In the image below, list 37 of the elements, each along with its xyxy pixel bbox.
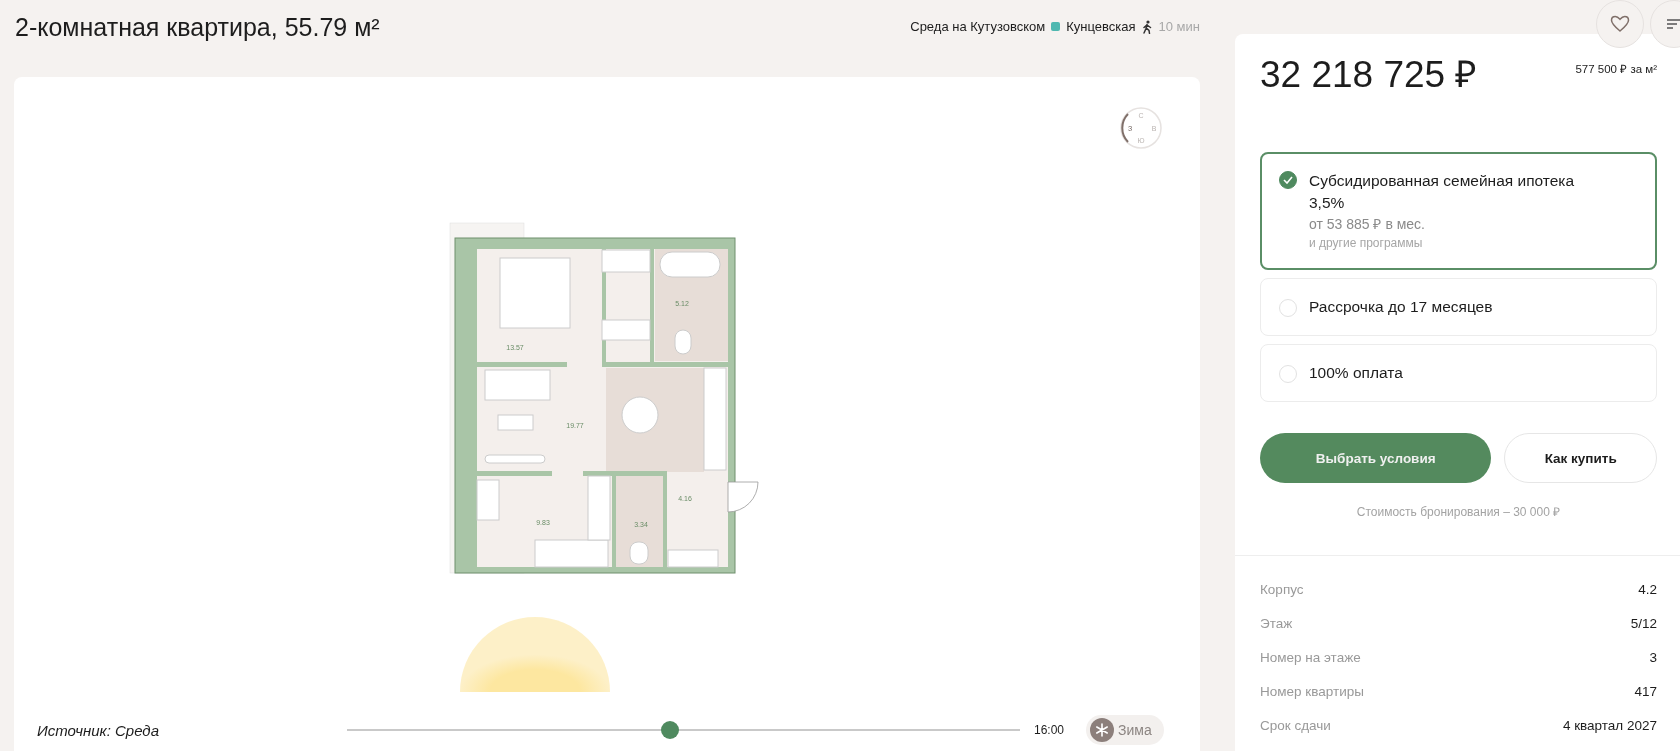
complex-name: Среда на Кутузовском — [910, 19, 1046, 34]
sort-lines-icon — [1666, 18, 1680, 30]
detail-value: 4 квартал 2027 — [1562, 717, 1657, 735]
monthly-payment: от 53 885 ₽ в мес. — [1309, 215, 1426, 234]
metro-station: Кунцевская — [1066, 19, 1136, 34]
payment-option[interactable]: Субсидированная семейная ипотека 3,5% от 53 885 ₽ в мес. и другие программы — [1260, 152, 1657, 270]
option-title: Рассрочка до 17 месяцев — [1309, 297, 1494, 317]
detail-value: 5/12 — [1630, 615, 1657, 633]
detail-label: Номер квартиры — [1260, 683, 1364, 701]
other-programs-note: и другие программы — [1309, 235, 1424, 252]
time-reading: 16:00 — [1034, 723, 1066, 737]
detail-label: Срок сдачи — [1260, 717, 1331, 735]
select-terms-button[interactable]: Выбрать условия — [1260, 433, 1492, 483]
slider-thumb[interactable] — [661, 721, 680, 739]
page-title: 2-комнатная квартира, 55.79 м² — [15, 13, 380, 42]
price-per-square-meter: 577 500 ₽ за м² — [1575, 62, 1657, 76]
detail-value: 4.2 — [1638, 581, 1657, 599]
heart-icon — [1610, 15, 1630, 33]
compass-icon — [1120, 107, 1162, 149]
how-to-buy-button[interactable]: Как купить — [1504, 433, 1657, 483]
walking-person-icon — [1141, 19, 1153, 34]
detail-value: 417 — [1634, 683, 1657, 701]
detail-value: 3 — [1649, 649, 1657, 667]
source-note: Источник: Среда — [37, 721, 160, 739]
payment-option[interactable]: Рассрочка до 17 месяцев — [1260, 278, 1657, 336]
option-title: Субсидированная семейная ипотека 3,5% — [1309, 171, 1576, 213]
detail-label: Номер на этаже — [1260, 649, 1361, 667]
payment-option[interactable]: 100% оплата — [1260, 344, 1657, 402]
favorite-button[interactable] — [1596, 0, 1644, 48]
snowflake-icon — [1095, 723, 1109, 737]
checked-radio-icon[interactable] — [1279, 171, 1297, 189]
option-title: 100% оплата — [1309, 363, 1404, 383]
detail-label: Корпус — [1260, 581, 1304, 599]
booking-note: Стоимость бронирования – 30 000 ₽ — [1355, 504, 1562, 520]
price: 32 218 725 ₽ — [1260, 53, 1478, 97]
detail-label: Этаж — [1260, 615, 1293, 633]
walk-time: 10 мин — [1158, 19, 1200, 34]
